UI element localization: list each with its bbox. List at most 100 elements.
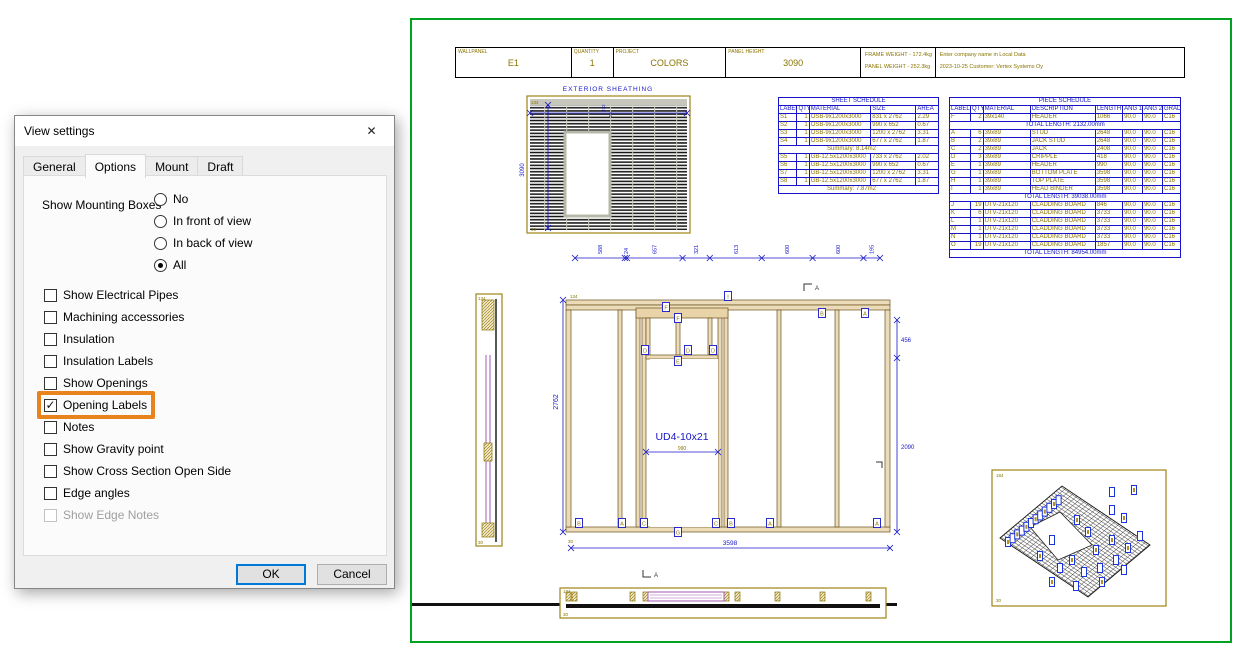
- sheet-schedule-table: SHEET SCHEDULELABELQTYMATERIALSIZEAREAS1…: [778, 97, 939, 194]
- checkbox-row-show-edge-notes: Show Edge Notes: [44, 506, 159, 524]
- svg-text:134: 134: [570, 294, 578, 299]
- checkbox-row-insulation[interactable]: Insulation: [44, 330, 114, 348]
- checkbox-icon[interactable]: [44, 487, 57, 500]
- checkbox-row-opening-labels[interactable]: ✓ Opening Labels: [44, 396, 147, 414]
- iso-piece-marker: [1050, 536, 1055, 545]
- piece-label-B: B: [819, 309, 826, 318]
- checkbox-icon[interactable]: [44, 421, 57, 434]
- dim-2762: 2762: [553, 394, 560, 410]
- sheet-edge-line: [412, 603, 566, 606]
- title-block: WALLPANELE1QUANTITY1PROJECTCOLORSPANEL H…: [455, 47, 1185, 78]
- chain-dim-value: 24: [624, 248, 630, 254]
- checkbox-row-notes[interactable]: Notes: [44, 418, 94, 436]
- svg-text:G: G: [676, 531, 680, 537]
- chain-dim-value: 600: [836, 245, 842, 254]
- svg-text:30: 30: [568, 539, 574, 544]
- checkbox-row-show-gravity-point[interactable]: Show Gravity point: [44, 440, 164, 458]
- svg-text:A: A: [620, 522, 624, 528]
- piece-label-D: D: [685, 346, 692, 355]
- checkbox-icon[interactable]: [44, 311, 57, 324]
- chain-dim-value: 321: [694, 245, 700, 254]
- radio-option-in-front-of-view[interactable]: In front of view: [154, 212, 251, 230]
- mounting-boxes-label: Show Mounting Boxes: [42, 198, 161, 212]
- svg-text:C: C: [714, 522, 718, 528]
- checkbox-label: Show Gravity point: [63, 442, 164, 456]
- iso-piece-marker: [1082, 568, 1087, 577]
- checkbox-label: Edge angles: [63, 486, 130, 500]
- title-block-cell: QUANTITY1: [571, 48, 613, 77]
- radio-label: All: [173, 258, 186, 272]
- piece-label-C: C: [641, 519, 648, 528]
- frame-dim-lines: [560, 297, 900, 551]
- cancel-button[interactable]: Cancel: [317, 564, 387, 585]
- checkbox-label: Machining accessories: [63, 310, 184, 324]
- radio-icon[interactable]: [154, 237, 167, 250]
- checkbox-icon[interactable]: [44, 355, 57, 368]
- svg-text:B: B: [820, 312, 824, 318]
- iso-piece-marker: [1110, 488, 1115, 497]
- chain-dim-value: 195: [870, 245, 876, 254]
- dim-3090: 3090: [520, 163, 526, 177]
- iso-piece-marker: [1074, 582, 1079, 591]
- radio-option-all[interactable]: All: [154, 256, 186, 274]
- radio-selected-icon[interactable]: [154, 259, 167, 272]
- dialog-title: View settings: [15, 124, 349, 138]
- dialog-titlebar[interactable]: View settings ✕: [15, 116, 394, 146]
- piece-label-G: G: [675, 528, 682, 537]
- checkbox-label: Show Edge Notes: [63, 508, 159, 522]
- bottom-section-view: 134 30: [412, 588, 897, 618]
- checkbox-icon[interactable]: [44, 443, 57, 456]
- frame-timber: [566, 300, 890, 532]
- dim-456: 456: [901, 338, 912, 344]
- radio-icon[interactable]: [154, 215, 167, 228]
- piece-label-B: B: [576, 519, 583, 528]
- title-block-cell: FRAME WEIGHT - 172.4kgPANEL WEIGHT - 252…: [860, 48, 935, 77]
- radio-option-no[interactable]: No: [154, 190, 188, 208]
- checkbox-label: Opening Labels: [63, 398, 147, 412]
- piece-label-E: E: [675, 357, 682, 366]
- checkbox-icon[interactable]: [44, 289, 57, 302]
- piece-label-D: D: [710, 346, 717, 355]
- opening-label: UD4-10x21: [655, 431, 708, 443]
- svg-text:A: A: [815, 286, 819, 292]
- checkbox-row-machining-accessories[interactable]: Machining accessories: [44, 308, 184, 326]
- dialog-tab-panel: Show Mounting Boxes No In front of view In…: [23, 175, 387, 556]
- checkbox-row-show-cross-section-open-side[interactable]: Show Cross Section Open Side: [44, 462, 231, 480]
- radio-icon[interactable]: [154, 193, 167, 206]
- section-mark-right: [876, 462, 882, 468]
- piece-label-B: B: [728, 519, 735, 528]
- svg-text:A: A: [768, 522, 772, 528]
- checkbox-label: Show Openings: [63, 376, 148, 390]
- close-icon[interactable]: ✕: [349, 117, 394, 146]
- checkbox-label: Show Electrical Pipes: [63, 288, 178, 302]
- svg-text:B: B: [729, 522, 733, 528]
- piece-label-A: A: [874, 519, 881, 528]
- checkbox-checked-icon[interactable]: ✓: [44, 399, 57, 412]
- checkbox-icon[interactable]: [44, 333, 57, 346]
- tab-options[interactable]: Options: [85, 154, 146, 178]
- checkbox-label: Notes: [63, 420, 94, 434]
- radio-option-in-back-of-view[interactable]: In back of view: [154, 234, 252, 252]
- exterior-sheathing-view: EXTERIOR SHEATHING 3090 312 24 134 30: [520, 86, 690, 233]
- radio-label: In back of view: [173, 236, 252, 250]
- view-settings-dialog: View settings ✕ GeneralOptionsMountDraft…: [14, 115, 395, 589]
- checkbox-row-edge-angles[interactable]: Edge angles: [44, 484, 130, 502]
- ok-button[interactable]: OK: [236, 564, 306, 585]
- checkbox-row-show-openings[interactable]: Show Openings: [44, 374, 148, 392]
- svg-text:E: E: [676, 360, 680, 366]
- piece-label-C: C: [713, 519, 720, 528]
- svg-text:C: C: [642, 522, 646, 528]
- checkbox-row-insulation-labels[interactable]: Insulation Labels: [44, 352, 153, 370]
- piece-label-A: A: [767, 519, 774, 528]
- piece-label-F: F: [675, 314, 682, 323]
- checkbox-row-show-electrical-pipes[interactable]: Show Electrical Pipes: [44, 286, 178, 304]
- svg-text:134: 134: [563, 589, 571, 594]
- title-block-cell: WALLPANELE1: [456, 48, 571, 77]
- piece-schedule-table: PIECE SCHEDULELABELQTYMATERIALDESCRIPTIO…: [949, 97, 1181, 258]
- svg-text:30: 30: [563, 612, 569, 617]
- checkbox-icon[interactable]: [44, 465, 57, 478]
- checkbox-icon[interactable]: [44, 377, 57, 390]
- iso-piece-marker: [1098, 564, 1103, 573]
- iso-piece-marker: [1114, 556, 1119, 565]
- svg-text:24: 24: [608, 111, 613, 117]
